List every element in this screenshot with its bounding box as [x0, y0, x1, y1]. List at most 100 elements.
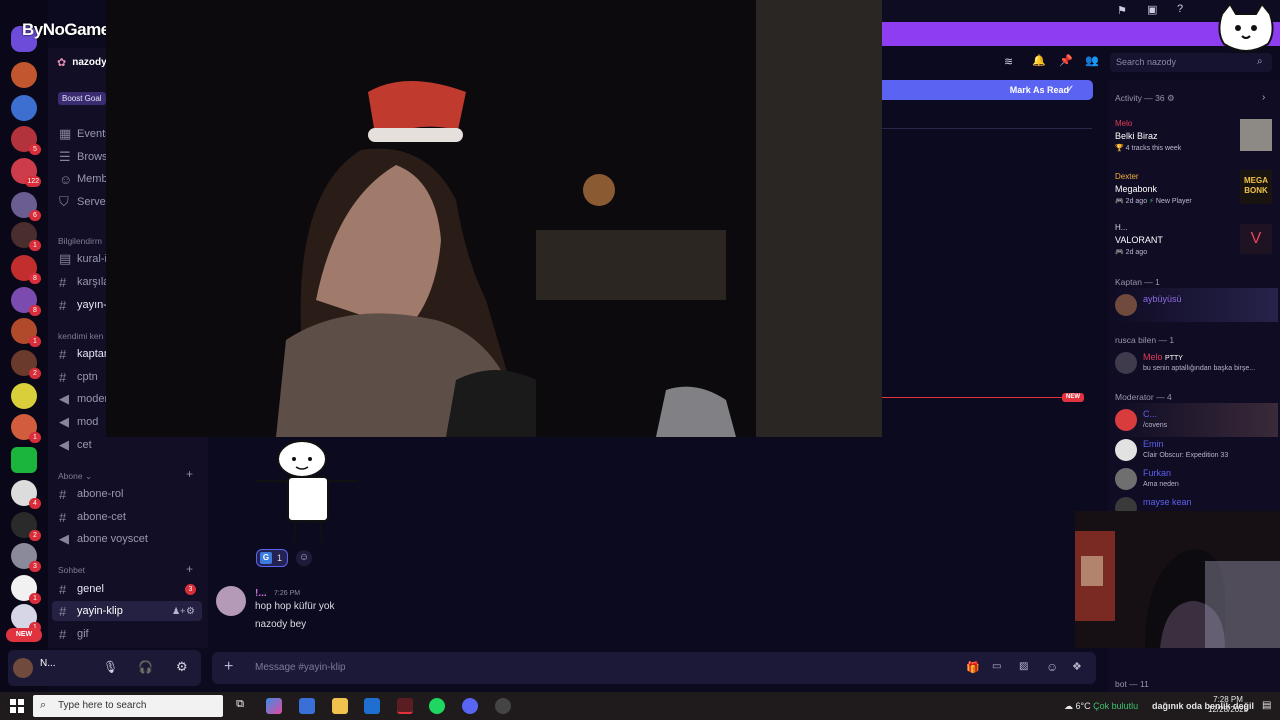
channel-item-selected[interactable]: # yayin-klip ♟+ ⚙ — [52, 601, 202, 621]
gift-icon[interactable]: 🎁 — [966, 661, 980, 674]
server-header[interactable]: ✿ nazody — [57, 56, 107, 69]
search-input[interactable]: Search nazody — [1110, 53, 1272, 72]
server-icon[interactable]: 1 — [11, 222, 41, 251]
activity-card[interactable]: Dexter Megabonk 🎮 2d ago ⚡ New Player ME… — [1112, 169, 1278, 205]
mark-read-icon: ✓ — [1066, 84, 1075, 95]
second-webcam-overlay — [1075, 511, 1280, 648]
activity-title: Megabonk — [1115, 184, 1158, 194]
taskbar-search-input[interactable]: Type here to search — [33, 695, 223, 717]
settings-gear-icon[interactable]: ⚙ — [176, 659, 188, 675]
add-channel-icon[interactable]: + — [186, 562, 193, 576]
mail-icon[interactable] — [364, 698, 380, 714]
mark-as-read-button[interactable]: Mark As Read — [882, 80, 1093, 100]
clock[interactable]: 7:28 PM 12/28/2025 — [1208, 695, 1248, 715]
help-icon[interactable]: ? — [1177, 3, 1183, 15]
server-icon[interactable]: 1 — [11, 318, 41, 347]
server-icon[interactable]: 1 — [11, 575, 41, 604]
activity-card[interactable]: Melo Belki Biraz 🏆 4 tracks this week — [1112, 116, 1278, 152]
username[interactable]: N... — [40, 658, 56, 669]
search-icon[interactable]: ⌕ — [1257, 56, 1263, 67]
message-input[interactable]: Message #yayin-klip — [255, 662, 346, 673]
server-icon[interactable]: 2 — [11, 350, 41, 379]
server-icon[interactable] — [11, 447, 37, 473]
pin-icon[interactable]: 📌 — [1059, 54, 1073, 67]
reaction-chip[interactable]: G 1 — [256, 549, 288, 567]
server-icon[interactable]: 1 — [11, 414, 41, 443]
member-list-icon[interactable]: 👥 — [1085, 54, 1099, 67]
member-item[interactable]: Melo PTTY bu senin aptallığından başka b… — [1112, 346, 1278, 380]
server-icon[interactable]: 4 — [11, 480, 41, 509]
server-icon[interactable]: 6 — [11, 192, 41, 221]
server-icon[interactable] — [11, 95, 37, 121]
flag-icon[interactable]: ⚑ — [1117, 4, 1127, 17]
file-explorer-icon[interactable] — [332, 698, 348, 714]
headphones-icon[interactable]: 🎧 — [138, 660, 153, 674]
add-attachment-icon[interactable]: + — [224, 658, 233, 676]
gif-icon[interactable]: ▭ — [992, 661, 1001, 672]
speaker-icon: ◀ — [59, 531, 69, 546]
category-label[interactable]: Abone ⌄ — [58, 471, 92, 482]
activity-user: Melo — [1115, 119, 1133, 128]
channel-item[interactable]: # gif — [52, 624, 202, 644]
bell-icon[interactable]: 🔔 — [1032, 54, 1046, 67]
spotify-icon[interactable] — [429, 698, 445, 714]
windows-start-icon[interactable] — [10, 699, 24, 713]
message-author[interactable]: !... — [255, 588, 267, 599]
avatar[interactable] — [216, 586, 246, 616]
discord-icon[interactable] — [462, 698, 478, 714]
gear-icon[interactable]: ⚙ — [186, 606, 195, 617]
channel-item[interactable]: # abone-rol — [52, 484, 202, 504]
avatar — [1115, 409, 1137, 431]
server-icon[interactable] — [11, 62, 37, 88]
notifications-icon[interactable]: ▤ — [1262, 700, 1271, 711]
obs-icon[interactable] — [495, 698, 511, 714]
avatar[interactable] — [13, 658, 33, 678]
avatar — [1115, 439, 1137, 461]
server-icon[interactable]: 122 — [11, 158, 41, 187]
server-icon[interactable]: 8 — [11, 287, 41, 316]
channel-item[interactable]: # abone-cet — [52, 507, 202, 527]
add-channel-icon[interactable]: + — [186, 467, 193, 481]
member-item[interactable]: C... /covens — [1112, 403, 1278, 437]
channel-item[interactable]: ◀ abone voyscet — [52, 529, 202, 549]
member-item[interactable]: aybüyüsü — [1112, 288, 1278, 322]
store-icon[interactable] — [299, 698, 315, 714]
apps-icon[interactable]: ❖ — [1072, 660, 1082, 673]
channel-item[interactable]: ◀ cet — [52, 435, 202, 455]
category-label[interactable]: Sohbet — [58, 565, 85, 575]
screen-icon[interactable]: ▣ — [1147, 3, 1157, 16]
activity-card[interactable]: H... VALORANT 🎮 2d ago V — [1112, 220, 1278, 256]
gear-icon[interactable]: ⚙ — [1167, 93, 1175, 103]
server-icon[interactable]: 1 — [11, 604, 41, 633]
server-icon[interactable]: 5 — [11, 126, 41, 155]
unread-badge: 3 — [185, 584, 196, 595]
hash-icon: # — [59, 581, 67, 597]
speaker-icon: ◀ — [59, 391, 69, 406]
server-icon[interactable]: 8 — [11, 255, 41, 284]
channel-item[interactable]: # genel — [52, 579, 202, 599]
add-reaction-icon[interactable]: ☺ — [296, 550, 312, 566]
message-line: nazody bey — [255, 619, 307, 630]
search-icon: ⌕ — [40, 699, 47, 711]
weather-widget[interactable]: ☁ 6°C Çok bulutlu — [1064, 701, 1138, 712]
chevron-right-icon[interactable]: › — [1262, 92, 1265, 103]
activity-user: H... — [1115, 223, 1128, 232]
sticker-icon[interactable]: ▨ — [1019, 661, 1028, 672]
avatar — [1115, 468, 1137, 490]
add-member-icon[interactable]: ♟+ — [172, 606, 185, 617]
server-icon[interactable] — [11, 383, 37, 409]
boost-goal[interactable]: Boost Goal — [58, 92, 106, 105]
hash-icon: # — [59, 297, 67, 313]
category-label[interactable]: kendimi ken — [58, 331, 103, 341]
new-unreads-pill[interactable]: NEW — [6, 628, 42, 642]
emoji-icon[interactable]: ☺ — [1046, 660, 1058, 674]
category-label[interactable]: Bilgilendirm — [58, 236, 102, 246]
server-icon[interactable]: 2 — [11, 512, 41, 541]
server-icon[interactable]: 3 — [11, 543, 41, 572]
task-view-icon[interactable]: ⧉ — [232, 698, 248, 714]
app-icon[interactable] — [397, 698, 413, 714]
mic-icon[interactable]: 🎙 — [103, 660, 118, 674]
threads-icon[interactable]: ≋ — [1004, 55, 1013, 68]
copilot-icon[interactable] — [266, 698, 282, 714]
activity-sub: 🏆 4 tracks this week — [1115, 145, 1182, 152]
